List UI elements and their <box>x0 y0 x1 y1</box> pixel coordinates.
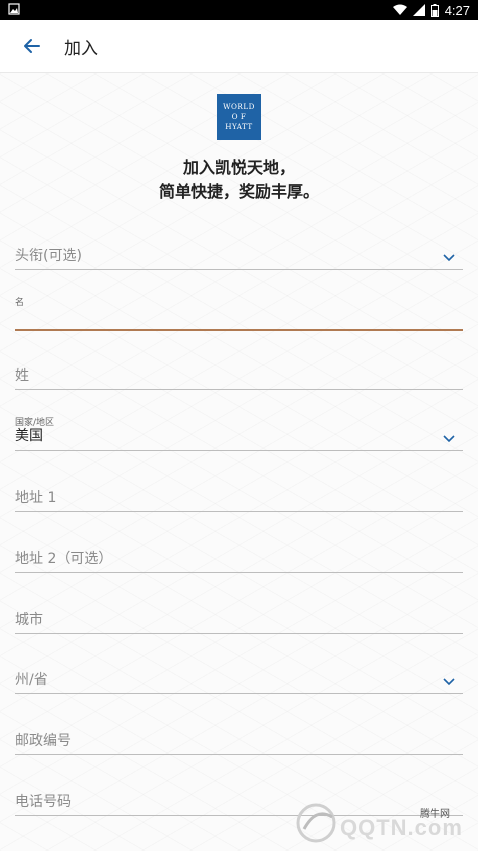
address-1-placeholder: 地址 1 <box>15 490 57 506</box>
signal-icon <box>412 4 425 16</box>
address-2-field[interactable]: 地址 2（可选） <box>15 544 463 573</box>
chevron-down-icon <box>443 435 455 443</box>
headline-line-2: 简单快捷，奖励丰厚。 <box>158 182 319 201</box>
battery-icon <box>430 3 439 17</box>
logo-line-3: HYATT <box>225 122 253 131</box>
title-select[interactable]: 头衔(可选) <box>15 241 463 270</box>
notification-image-icon <box>8 3 20 15</box>
status-bar: 4:27 <box>0 0 478 20</box>
country-value: 美国 <box>15 428 43 444</box>
join-form-content[interactable]: WORLD O F HYATT 加入凯悦天地， 简单快捷，奖励丰厚。 头衔(可选… <box>0 73 478 851</box>
postal-placeholder: 邮政编号 <box>15 733 71 749</box>
back-arrow-icon[interactable] <box>20 34 44 58</box>
logo-line-2: O F <box>231 112 247 121</box>
address-1-field[interactable]: 地址 1 <box>15 483 463 512</box>
first-name-label: 名 <box>15 298 25 308</box>
status-icons: 4:27 <box>392 2 470 18</box>
phone-placeholder: 电话号码 <box>15 794 71 810</box>
status-time: 4:27 <box>444 2 470 18</box>
state-select[interactable]: 州/省 <box>15 665 463 694</box>
last-name-placeholder: 姓 <box>15 368 29 384</box>
headline-line-1: 加入凯悦天地， <box>182 158 295 177</box>
watermark-big-text: QQTN.com <box>340 815 463 840</box>
world-of-hyatt-logo: WORLD O F HYATT <box>217 94 261 140</box>
chevron-down-icon <box>443 254 455 262</box>
title-placeholder: 头衔(可选) <box>15 248 82 264</box>
city-placeholder: 城市 <box>15 612 43 628</box>
state-placeholder: 州/省 <box>15 672 48 688</box>
logo-line-1: WORLD <box>223 102 255 111</box>
watermark-logo-icon <box>296 803 336 843</box>
last-name-field[interactable]: 姓 <box>15 361 463 390</box>
qqtn-watermark: 腾牛网 QQTN.com <box>288 799 468 845</box>
first-name-field[interactable]: 名 <box>15 293 463 331</box>
city-field[interactable]: 城市 <box>15 605 463 634</box>
page-title: 加入 <box>64 39 98 59</box>
chevron-down-icon <box>443 678 455 686</box>
postal-code-field[interactable]: 邮政编号 <box>15 726 463 755</box>
country-select[interactable]: 国家/地区 美国 <box>15 415 463 451</box>
address-2-placeholder: 地址 2（可选） <box>15 551 113 567</box>
app-bar: 加入 <box>0 20 478 73</box>
join-headline: 加入凯悦天地， 简单快捷，奖励丰厚。 <box>0 156 478 204</box>
wifi-icon <box>392 4 407 15</box>
